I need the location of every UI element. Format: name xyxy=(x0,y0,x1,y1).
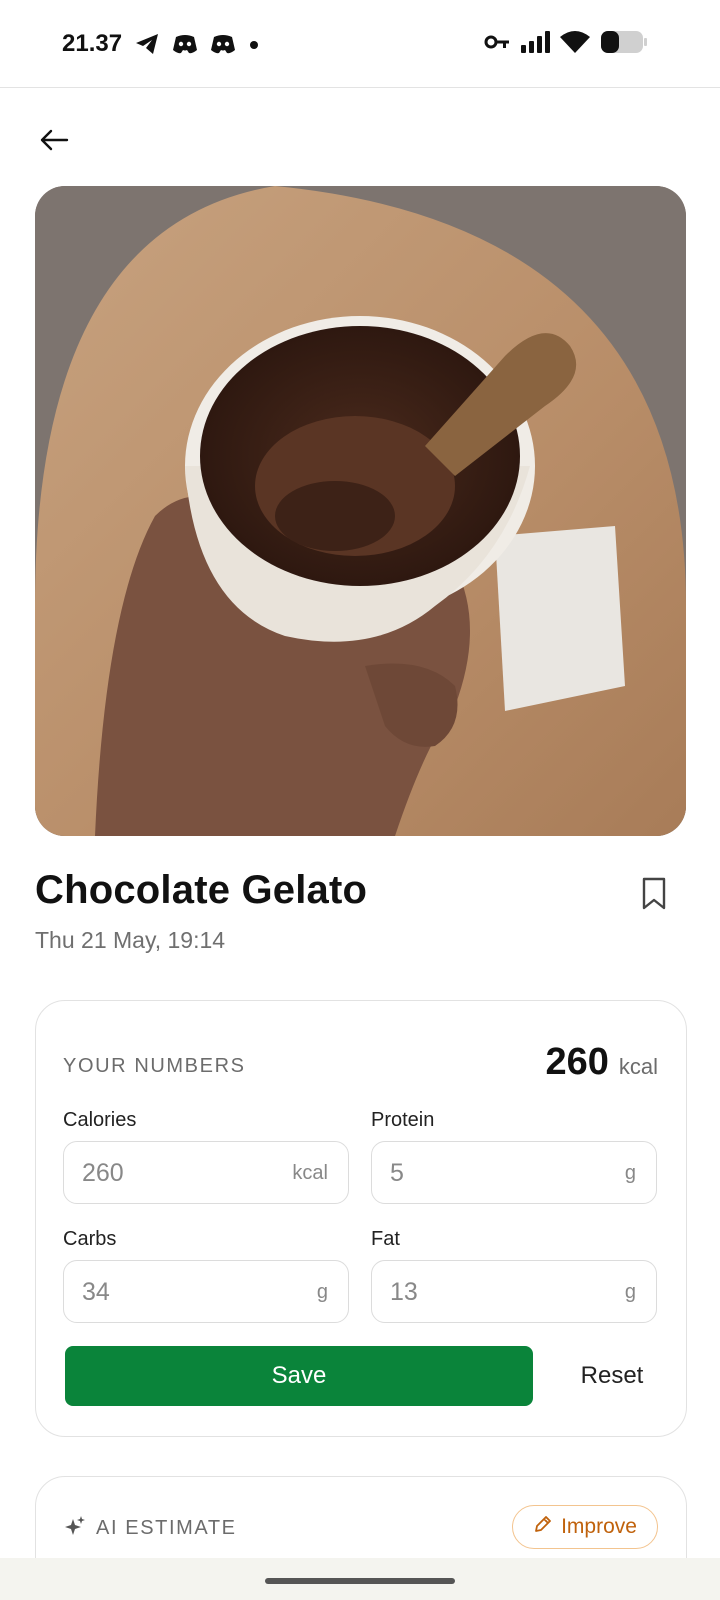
bookmark-icon xyxy=(638,877,670,916)
fat-field[interactable]: 13 g xyxy=(371,1260,657,1323)
calories-label: Calories xyxy=(63,1109,137,1131)
calories-field[interactable]: 260 kcal xyxy=(63,1141,349,1204)
carbs-unit: g xyxy=(316,1281,328,1303)
protein-value: 5 xyxy=(390,1159,404,1187)
total-calories: 260 kcal xyxy=(545,1041,658,1084)
total-calories-unit: kcal xyxy=(618,1054,658,1079)
carbs-field[interactable]: 34 g xyxy=(63,1260,349,1323)
pencil-icon xyxy=(533,1514,553,1540)
signal-icon xyxy=(520,31,550,58)
food-photo xyxy=(35,186,686,836)
calories-unit: kcal xyxy=(292,1162,328,1184)
status-icons-right xyxy=(484,30,648,59)
protein-label: Protein xyxy=(371,1109,435,1131)
fat-value: 13 xyxy=(390,1278,418,1306)
wifi-icon xyxy=(560,31,590,58)
fat-label: Fat xyxy=(371,1228,400,1250)
home-indicator[interactable] xyxy=(265,1578,455,1584)
status-icons-left xyxy=(134,32,260,61)
dot-icon xyxy=(248,38,260,56)
fat-unit: g xyxy=(624,1281,636,1303)
arrow-left-icon xyxy=(39,128,69,157)
your-numbers-card: YOUR NUMBERS 260 kcal Calories 260 kcal … xyxy=(35,1000,687,1437)
ai-estimate-header: AI ESTIMATE xyxy=(64,1515,237,1542)
improve-button[interactable]: Improve xyxy=(512,1505,658,1549)
food-datetime: Thu 21 May, 19:14 xyxy=(35,927,226,953)
protein-field[interactable]: 5 g xyxy=(371,1141,657,1204)
reset-button[interactable]: Reset xyxy=(552,1346,672,1406)
total-calories-value: 260 xyxy=(545,1041,609,1083)
battery-icon xyxy=(600,30,648,59)
food-title: Chocolate Gelato xyxy=(35,868,368,912)
improve-label: Improve xyxy=(561,1515,637,1538)
discord-icon xyxy=(172,33,198,60)
back-button[interactable] xyxy=(34,122,74,162)
discord-icon xyxy=(210,33,236,60)
ai-estimate-label: AI ESTIMATE xyxy=(96,1517,237,1539)
status-time: 21.37 xyxy=(62,30,123,57)
status-bar: 21.37 xyxy=(0,0,720,88)
carbs-value: 34 xyxy=(82,1278,110,1306)
sparkle-icon xyxy=(64,1515,86,1542)
telegram-icon xyxy=(134,32,160,61)
vpn-key-icon xyxy=(484,33,510,56)
calories-value: 260 xyxy=(82,1159,124,1187)
bookmark-button[interactable] xyxy=(638,876,670,912)
card-label: YOUR NUMBERS xyxy=(63,1055,246,1077)
save-button[interactable]: Save xyxy=(65,1346,533,1406)
carbs-label: Carbs xyxy=(63,1228,117,1250)
protein-unit: g xyxy=(624,1162,636,1184)
